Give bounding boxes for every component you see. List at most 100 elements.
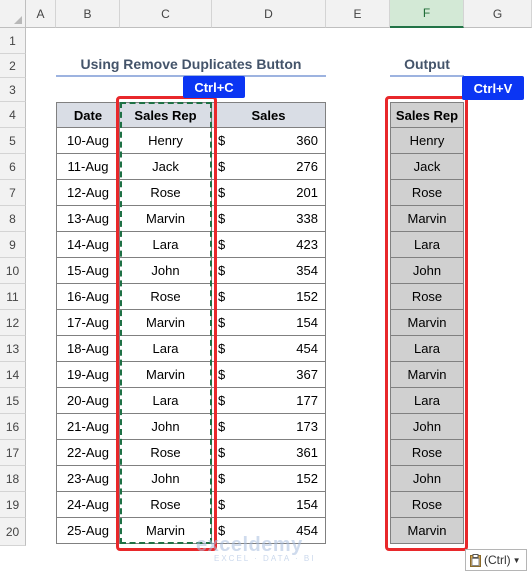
column-header-g[interactable]: G (464, 0, 532, 28)
currency-symbol: $ (218, 419, 226, 434)
section-title-left: Using Remove Duplicates Button (80, 56, 302, 72)
currency-symbol: $ (218, 315, 226, 330)
sales-cell[interactable]: $338 (212, 206, 326, 232)
column-header-f[interactable]: F (390, 0, 464, 28)
sales-cell[interactable]: $201 (212, 180, 326, 206)
date-cell[interactable]: 15-Aug (56, 258, 120, 284)
sales-value: 361 (296, 445, 318, 460)
title-underline-right (390, 75, 464, 77)
sales-value: 154 (296, 497, 318, 512)
watermark: exceldemy EXCEL · DATA · BI (196, 532, 346, 563)
currency-symbol: $ (218, 445, 226, 460)
sales-value: 360 (296, 133, 318, 148)
row-header-18[interactable]: 18 (0, 466, 26, 492)
column-header-a[interactable]: A (26, 0, 56, 28)
date-cell[interactable]: 18-Aug (56, 336, 120, 362)
row-header-12[interactable]: 12 (0, 310, 26, 336)
sales-value: 201 (296, 185, 318, 200)
sales-cell[interactable]: $360 (212, 128, 326, 154)
date-cell[interactable]: 20-Aug (56, 388, 120, 414)
row-header-14[interactable]: 14 (0, 362, 26, 388)
row-header-7[interactable]: 7 (0, 180, 26, 206)
column-header-c[interactable]: C (120, 0, 212, 28)
row-header-9[interactable]: 9 (0, 232, 26, 258)
currency-symbol: $ (218, 497, 226, 512)
row-header-1[interactable]: 1 (0, 28, 26, 54)
date-cell[interactable]: 14-Aug (56, 232, 120, 258)
sales-cell[interactable]: $276 (212, 154, 326, 180)
column-header-d[interactable]: D (212, 0, 326, 28)
row-header-17[interactable]: 17 (0, 440, 26, 466)
section-title-right: Output (404, 56, 450, 72)
header-date[interactable]: Date (56, 102, 120, 128)
sales-value: 423 (296, 237, 318, 252)
sales-value: 367 (296, 367, 318, 382)
watermark-tagline: EXCEL · DATA · BI (214, 554, 316, 563)
sales-cell[interactable]: $454 (212, 336, 326, 362)
highlight-box-paste (385, 96, 468, 551)
date-cell[interactable]: 25-Aug (56, 518, 120, 544)
currency-symbol: $ (218, 341, 226, 356)
sales-value: 354 (296, 263, 318, 278)
sales-value: 152 (296, 471, 318, 486)
select-all-corner[interactable] (0, 0, 26, 28)
currency-symbol: $ (218, 159, 226, 174)
paste-options-button[interactable]: (Ctrl) ▼ (465, 549, 527, 571)
currency-symbol: $ (218, 367, 226, 382)
row-header-6[interactable]: 6 (0, 154, 26, 180)
date-cell[interactable]: 21-Aug (56, 414, 120, 440)
column-header-b[interactable]: B (56, 0, 120, 28)
date-cell[interactable]: 24-Aug (56, 492, 120, 518)
date-cell[interactable]: 11-Aug (56, 154, 120, 180)
date-cell[interactable]: 16-Aug (56, 284, 120, 310)
sales-cell[interactable]: $152 (212, 284, 326, 310)
date-cell[interactable]: 12-Aug (56, 180, 120, 206)
row-header-5[interactable]: 5 (0, 128, 26, 154)
date-cell[interactable]: 13-Aug (56, 206, 120, 232)
row-header-4[interactable]: 4 (0, 102, 26, 128)
paste-options-label: (Ctrl) (484, 553, 511, 567)
row-header-20[interactable]: 20 (0, 518, 26, 546)
sales-value: 177 (296, 393, 318, 408)
header-sales[interactable]: Sales (212, 102, 326, 128)
sales-cell[interactable]: $423 (212, 232, 326, 258)
sales-cell[interactable]: $152 (212, 466, 326, 492)
date-cell[interactable]: 22-Aug (56, 440, 120, 466)
date-cell[interactable]: 23-Aug (56, 466, 120, 492)
sales-value: 154 (296, 315, 318, 330)
row-header-10[interactable]: 10 (0, 258, 26, 284)
clipboard-icon (470, 553, 481, 567)
column-header-e[interactable]: E (326, 0, 390, 28)
ctrl-c-badge: Ctrl+C (183, 76, 245, 98)
row-header-16[interactable]: 16 (0, 414, 26, 440)
row-header-13[interactable]: 13 (0, 336, 26, 362)
currency-symbol: $ (218, 185, 226, 200)
sales-cell[interactable]: $354 (212, 258, 326, 284)
currency-symbol: $ (218, 237, 226, 252)
highlight-box-copy (116, 96, 217, 551)
row-header-2[interactable]: 2 (0, 54, 26, 78)
currency-symbol: $ (218, 133, 226, 148)
sales-value: 173 (296, 419, 318, 434)
sales-value: 152 (296, 289, 318, 304)
sales-cell[interactable]: $361 (212, 440, 326, 466)
chevron-down-icon: ▼ (512, 555, 521, 565)
sales-cell[interactable]: $177 (212, 388, 326, 414)
currency-symbol: $ (218, 289, 226, 304)
row-header-15[interactable]: 15 (0, 388, 26, 414)
row-header-8[interactable]: 8 (0, 206, 26, 232)
sales-cell[interactable]: $173 (212, 414, 326, 440)
sales-cell[interactable]: $154 (212, 310, 326, 336)
sales-cell[interactable]: $154 (212, 492, 326, 518)
ctrl-v-badge: Ctrl+V (462, 76, 524, 100)
date-cell[interactable]: 10-Aug (56, 128, 120, 154)
row-header-11[interactable]: 11 (0, 284, 26, 310)
sales-cell[interactable]: $367 (212, 362, 326, 388)
date-cell[interactable]: 19-Aug (56, 362, 120, 388)
sales-value: 338 (296, 211, 318, 226)
date-cell[interactable]: 17-Aug (56, 310, 120, 336)
row-header-3[interactable]: 3 (0, 78, 26, 102)
currency-symbol: $ (218, 471, 226, 486)
row-header-19[interactable]: 19 (0, 492, 26, 518)
sales-value: 276 (296, 159, 318, 174)
